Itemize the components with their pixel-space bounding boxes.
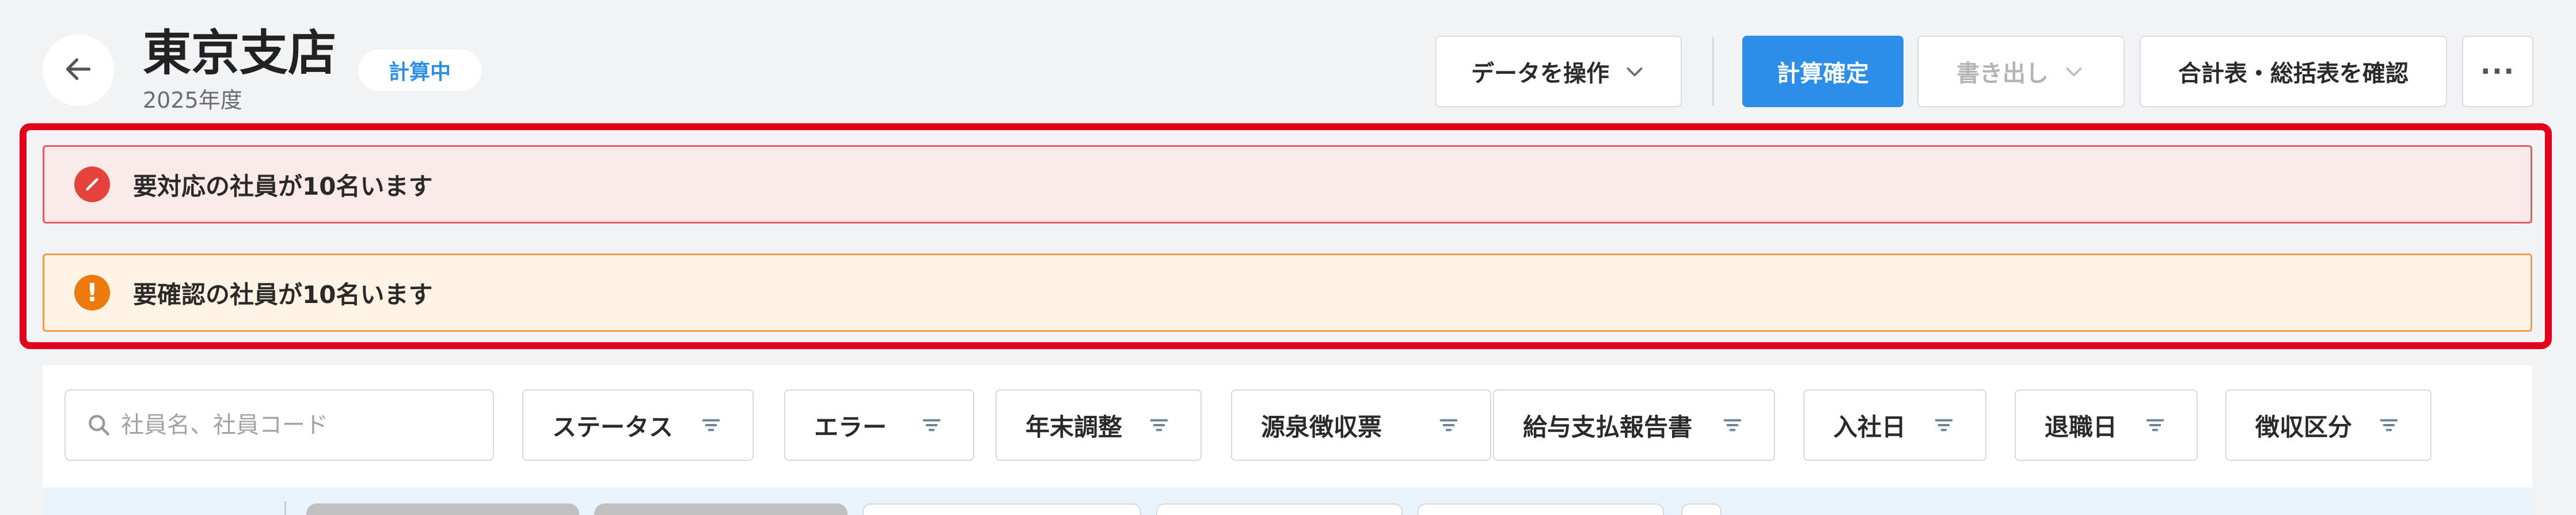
status-badge: 計算中 [358,50,481,91]
error-icon [74,166,110,202]
chevron-down-icon [2062,60,2085,83]
back-button[interactable] [43,35,114,106]
filter-icon [1932,414,1955,437]
filter-withholding-slip[interactable]: 源泉徴収票 [1231,389,1491,461]
page-subtitle: 2025年度 [143,88,242,113]
tab-pill[interactable] [1681,503,1722,515]
filter-label: ステータス [552,412,674,441]
filter-icon [1437,414,1460,437]
filter-salary-payment-report[interactable]: 給与支払報告書 [1493,389,1775,461]
tab-pill[interactable] [863,503,1141,515]
filter-label: 年末調整 [1025,412,1123,441]
search-icon [86,412,112,438]
filter-label: 徴収区分 [2255,412,2353,441]
filter-status[interactable]: ステータス [522,389,754,461]
filter-label: 入社日 [1833,412,1906,441]
filter-icon [2377,414,2400,437]
filter-icon [700,414,723,437]
error-alert-text: 要対応の社員が10名います [133,172,433,200]
employee-search-input[interactable] [120,411,468,439]
error-alert: 要対応の社員が10名います [43,145,2532,224]
filter-icon [2144,414,2167,437]
filter-icon [1721,414,1744,437]
filter-icon [1148,414,1171,437]
export-label: 書き出し [1956,60,2049,87]
chevron-down-icon [1623,60,1646,83]
tab-pill[interactable] [306,503,579,515]
toolbar-divider [1712,37,1714,106]
filter-retirement-date[interactable]: 退職日 [2015,389,2198,461]
data-operations-button[interactable]: データを操作 [1435,36,1682,107]
tab-pill[interactable] [594,503,848,515]
tab-pill[interactable] [1418,503,1664,515]
column-divider [284,501,286,515]
filter-label: 源泉徴収票 [1261,412,1382,441]
warning-alert: ! 要確認の社員が10名います [43,253,2532,332]
filter-collection-category[interactable]: 徴収区分 [2225,389,2431,461]
filter-label: エラー [814,412,887,441]
arrow-left-icon [62,53,94,88]
filter-year-end-adjustment[interactable]: 年末調整 [996,389,1202,461]
filter-error[interactable]: エラー [784,389,974,461]
filter-label: 給与支払報告書 [1523,412,1693,441]
page-title: 東京支店 [143,25,337,81]
tab-pill[interactable] [1156,503,1403,515]
confirm-calculation-button[interactable]: 計算確定 [1742,36,1903,107]
filter-label: 退職日 [2045,412,2118,441]
warning-alert-text: 要確認の社員が10名います [133,280,433,309]
filter-icon [920,414,943,437]
data-operations-label: データを操作 [1471,60,1609,87]
search-box[interactable] [64,389,494,461]
filter-hire-date[interactable]: 入社日 [1803,389,1986,461]
more-options-button[interactable]: ··· [2462,36,2533,107]
exclamation-icon: ! [74,275,110,310]
view-summary-button[interactable]: 合計表・総括表を確認 [2140,36,2447,107]
export-button[interactable]: 書き出し [1917,36,2125,107]
